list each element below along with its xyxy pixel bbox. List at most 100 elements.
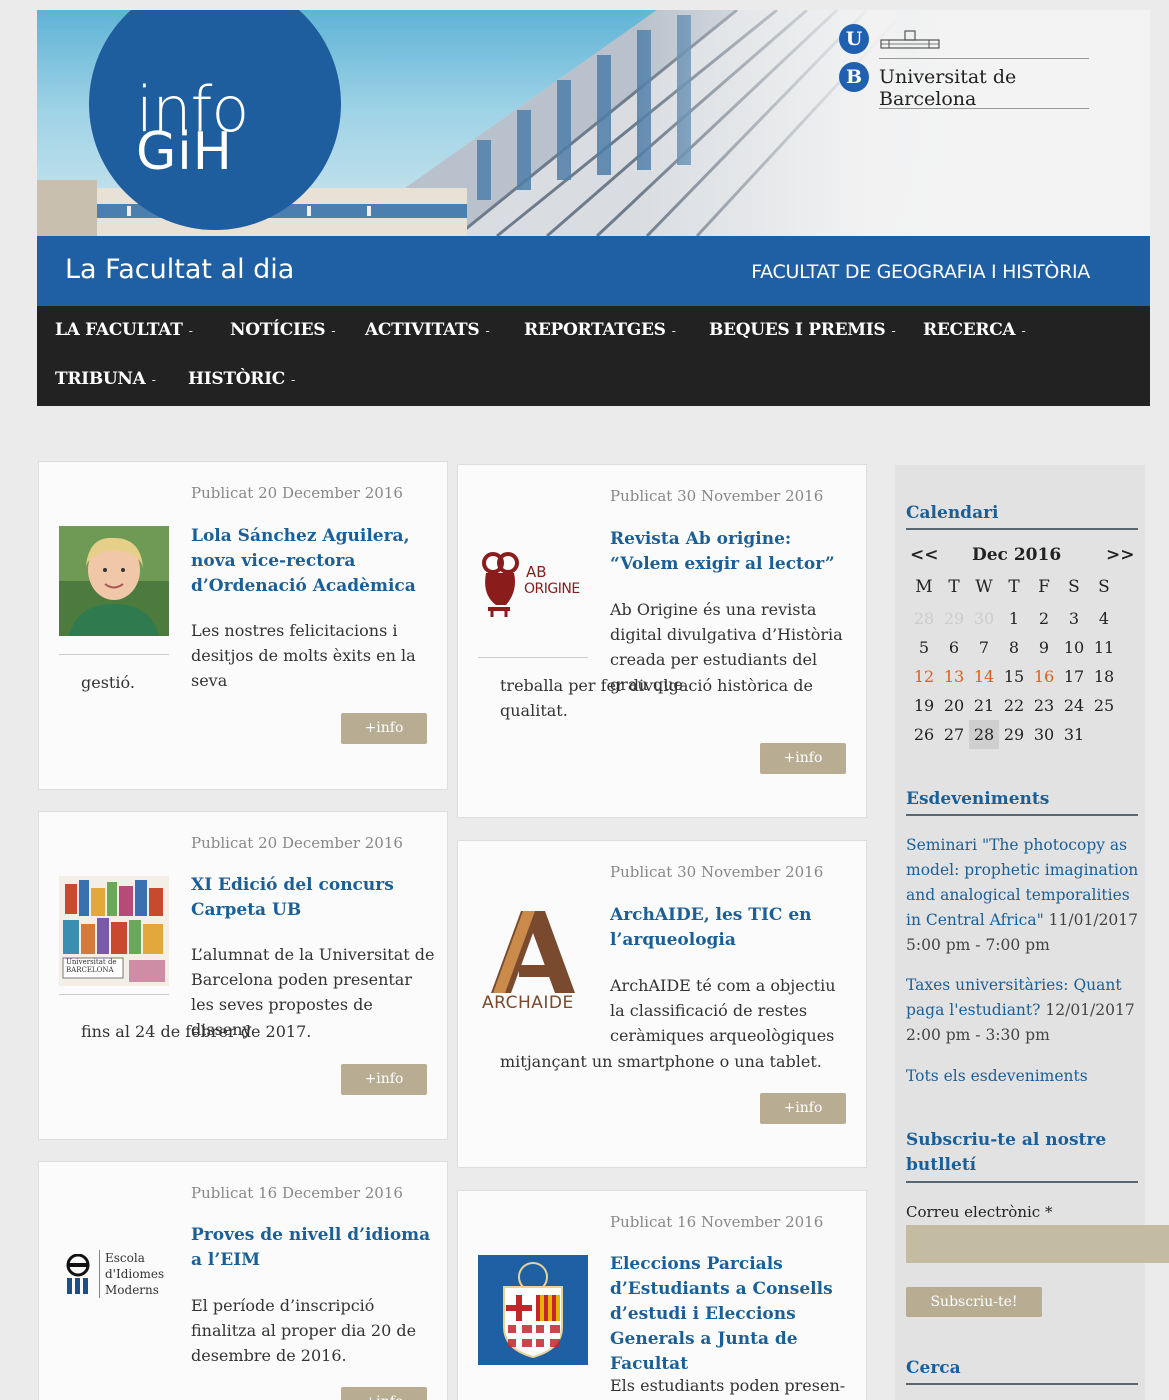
nav-item-noticies[interactable]: NOTÍCIES -: [230, 320, 336, 340]
ub-logo[interactable]: U B Universitat de Barcelona: [837, 22, 1097, 122]
card-title-link[interactable]: XI Edició del concurs Carpeta UB: [191, 873, 436, 923]
card-title-link[interactable]: ArchAIDE, les TIC en l’arqueologia: [610, 903, 855, 953]
calendar-next-month-button[interactable]: >>: [1106, 545, 1135, 565]
subscribe-button[interactable]: Subscriu-te!: [906, 1287, 1042, 1317]
nav-item-beques-premis[interactable]: BEQUES I PREMIS -: [709, 320, 896, 340]
calendar-day[interactable]: 30: [1029, 720, 1059, 749]
calendar-day[interactable]: 26: [909, 720, 939, 749]
card-title-link[interactable]: Lola Sánchez Aguilera, nova vice-rectora…: [191, 524, 436, 599]
calendar-day[interactable]: 6: [939, 633, 969, 662]
event-date: 12/01/2017: [1045, 1001, 1135, 1019]
sidebar: Calendari << Dec 2016 >> M T W T F S S 2…: [895, 465, 1169, 1400]
event-time: 2:00 pm - 3:30 pm: [906, 1026, 1050, 1044]
event-item[interactable]: Taxes universitàries: Quant paga l'estud…: [906, 973, 1142, 1048]
card-excerpt: El període d’inscripció finalitza al pro…: [191, 1296, 417, 1365]
calendar-day[interactable]: 20: [939, 691, 969, 720]
logo-line2: GiH: [136, 122, 233, 182]
calendar-day[interactable]: 7: [969, 633, 999, 662]
calendar-day[interactable]: 11: [1089, 633, 1119, 662]
news-card: Publicat 30 November 2016 AB ORIGINE Rev…: [457, 464, 867, 818]
calendar-day[interactable]: 4: [1089, 604, 1119, 633]
calendar-day[interactable]: 21: [969, 691, 999, 720]
faculty-name[interactable]: FACULTAT DE GEOGRAFIA I HISTÒRIA: [751, 261, 1090, 283]
archaide-logo-icon: [491, 911, 575, 993]
nav-item-tribuna[interactable]: TRIBUNA -: [55, 369, 156, 389]
portrait-photo: [59, 526, 169, 636]
calendar-prev-month-button[interactable]: <<: [910, 545, 939, 565]
nav-item-reportatges[interactable]: REPORTATGES -: [524, 320, 676, 340]
news-card: Publicat 30 November 2016 ARCHAIDE ArchA…: [457, 840, 867, 1168]
event-date: 11/01/2017: [1048, 911, 1139, 929]
calendar-day[interactable]: 2: [1029, 604, 1059, 633]
calendar-day[interactable]: 3: [1059, 604, 1089, 633]
calendar-weekday: W: [975, 577, 993, 597]
card-date: Publicat 16 November 2016: [610, 1213, 824, 1231]
calendar-day-event[interactable]: 14: [969, 662, 999, 691]
calendar-day[interactable]: 15: [999, 662, 1029, 691]
calendar-day-event[interactable]: 13: [939, 662, 969, 691]
more-info-button[interactable]: +info: [760, 743, 846, 774]
more-info-button[interactable]: +info: [341, 713, 427, 744]
calendar-weekday: T: [948, 577, 960, 597]
eim-logo: Escola d'Idiomes Moderns: [59, 1250, 169, 1300]
site-title[interactable]: La Facultat al dia: [65, 254, 294, 285]
calendar-day[interactable]: 28: [909, 604, 939, 633]
card-date: Publicat 16 December 2016: [191, 1184, 403, 1202]
calendar-weekday: F: [1038, 577, 1050, 597]
calendar-day[interactable]: 23: [1029, 691, 1059, 720]
card-title-link[interactable]: Eleccions Parcials d’Estudiants a Consel…: [610, 1252, 855, 1377]
more-info-button[interactable]: +info: [341, 1064, 427, 1095]
calendar-day[interactable]: 18: [1089, 662, 1119, 691]
card-excerpt-tail: mitjançant un smartphone o una tablet.: [500, 1052, 822, 1071]
card-title-link[interactable]: Revista Ab origine: “Volem exigir al lec…: [610, 527, 855, 577]
calendar-day[interactable]: 17: [1059, 662, 1089, 691]
university-name: Universitat de Barcelona: [879, 66, 1017, 110]
calendar-day[interactable]: 27: [939, 720, 969, 749]
calendar-day[interactable]: 31: [1059, 720, 1089, 749]
card-date: Publicat 30 November 2016: [610, 487, 824, 505]
eim-logo-text: Escola d'Idiomes Moderns: [105, 1251, 165, 1297]
more-info-button[interactable]: +info: [341, 1387, 427, 1400]
calendar-day-event[interactable]: 16: [1029, 662, 1059, 691]
calendar-day[interactable]: 25: [1089, 691, 1119, 720]
calendar-day[interactable]: 10: [1059, 633, 1089, 662]
calendar-weekday: T: [1008, 577, 1020, 597]
carpeta-ub-caption: Universitat de BARCELONA: [66, 958, 117, 974]
ab-origine-logo: AB ORIGINE: [478, 551, 588, 621]
header-banner: info GiH U B Universitat de Barcelona: [37, 10, 1150, 236]
calendar-day[interactable]: 5: [909, 633, 939, 662]
nav-item-recerca[interactable]: RECERCA -: [923, 320, 1026, 340]
calendar-day[interactable]: 9: [1029, 633, 1059, 662]
news-card: Publicat 16 November 2016 Eleccions Parc…: [457, 1190, 867, 1400]
nav-item-historic[interactable]: HISTÒRIC -: [188, 369, 295, 389]
card-date: Publicat 20 December 2016: [191, 484, 403, 502]
ub-letter-b: B: [839, 62, 869, 92]
calendar-month-label: Dec 2016: [972, 545, 1062, 565]
section-band: La Facultat al dia FACULTAT DE GEOGRAFIA…: [37, 236, 1150, 306]
card-excerpt: ArchAIDE té com a objectiu la classifica…: [610, 976, 836, 1045]
calendar-day[interactable]: 29: [939, 604, 969, 633]
calendar-day[interactable]: 22: [999, 691, 1029, 720]
ub-shield-logo: [478, 1255, 588, 1365]
all-events-link[interactable]: Tots els esdeveniments: [906, 1067, 1088, 1085]
calendar-day[interactable]: 24: [1059, 691, 1089, 720]
card-date: Publicat 30 November 2016: [610, 863, 824, 881]
owl-icon: [482, 552, 519, 617]
calendar-day[interactable]: 29: [999, 720, 1029, 749]
calendar-day[interactable]: 1: [999, 604, 1029, 633]
nav-item-activitats[interactable]: ACTIVITATS -: [365, 320, 490, 340]
calendar-day-event[interactable]: 12: [909, 662, 939, 691]
calendar-weekday: S: [1068, 577, 1080, 597]
more-info-button[interactable]: +info: [760, 1093, 846, 1124]
news-card: Publicat 20 December 2016 Universitat de…: [38, 811, 448, 1140]
calendar-day-today[interactable]: 28: [969, 720, 999, 749]
calendar-day[interactable]: 19: [909, 691, 939, 720]
nav-item-la-facultat[interactable]: LA FACULTAT -: [55, 320, 193, 340]
event-item[interactable]: Seminari "The photocopy as model: prophe…: [906, 833, 1142, 958]
ab-origine-logo-origine: ORIGINE: [524, 581, 580, 597]
calendar-day[interactable]: 8: [999, 633, 1029, 662]
card-title-link[interactable]: Proves de nivell d’idioma a l’EIM: [191, 1223, 436, 1273]
calendar-day[interactable]: 30: [969, 604, 999, 633]
email-field[interactable]: [906, 1225, 1169, 1263]
main-nav: LA FACULTAT - NOTÍCIES - ACTIVITATS - REPOR…: [37, 306, 1150, 406]
